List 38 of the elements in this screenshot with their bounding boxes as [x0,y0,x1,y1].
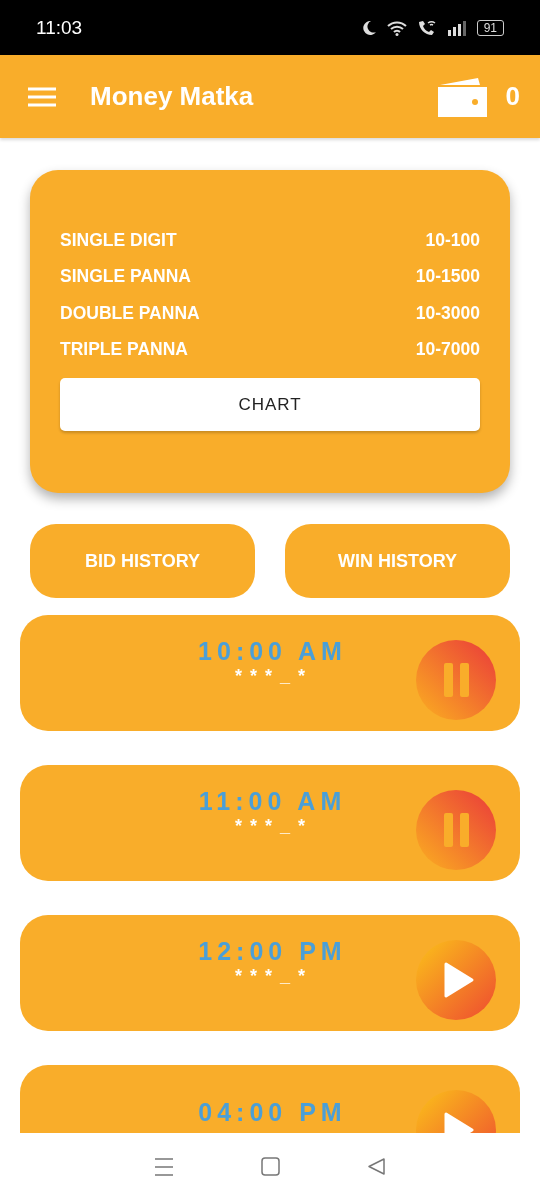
game-name: DOUBLE PANNA [60,302,200,324]
chart-button[interactable]: CHART [60,378,480,431]
game-name: SINGLE PANNA [60,266,191,288]
recents-icon[interactable] [153,1157,174,1176]
game-card[interactable]: 11:00 AM ***_* [20,765,520,881]
battery-icon: 91 [476,19,504,36]
game-name: SINGLE DIGIT [60,229,177,251]
game-card[interactable]: 12:00 PM ***_* [20,915,520,1031]
back-icon[interactable] [367,1157,387,1176]
rate-range: 10-100 [425,229,480,251]
game-result: ***_* [234,666,313,687]
history-button[interactable]: BID HISTORY [30,524,255,598]
game-time: 10:00 AM [197,637,347,666]
wallet-icon[interactable] [437,76,488,117]
home-icon[interactable] [261,1157,280,1176]
wifi-call-icon [416,18,437,37]
game-card[interactable]: 10:00 AM ***_* [20,615,520,731]
game-time: 12:00 PM [197,937,347,966]
app-title: Money Matka [90,81,255,112]
rate-range: 10-3000 [415,302,480,324]
pause-icon[interactable] [416,640,496,720]
wifi-icon [386,19,407,36]
rate-range: 10-1500 [415,266,480,288]
wallet-balance: 0 [505,81,520,112]
game-result: ***_* [234,966,313,987]
menu-icon[interactable] [28,86,56,107]
play-icon[interactable] [416,940,496,1020]
moon-icon [360,19,377,36]
game-time: 04:00 PM [197,1097,347,1127]
signal-icon [446,19,467,36]
game-result: ***_* [234,816,313,837]
game-name: TRIPLE PANNA [60,339,188,361]
game-time: 11:00 AM [197,787,347,816]
rate-range: 10-7000 [415,339,480,361]
pause-icon[interactable] [416,790,496,870]
clock-time: 11:03 [36,16,83,39]
history-button[interactable]: WIN HISTORY [285,524,510,598]
game-card[interactable]: 04:00 PM [20,1065,520,1133]
